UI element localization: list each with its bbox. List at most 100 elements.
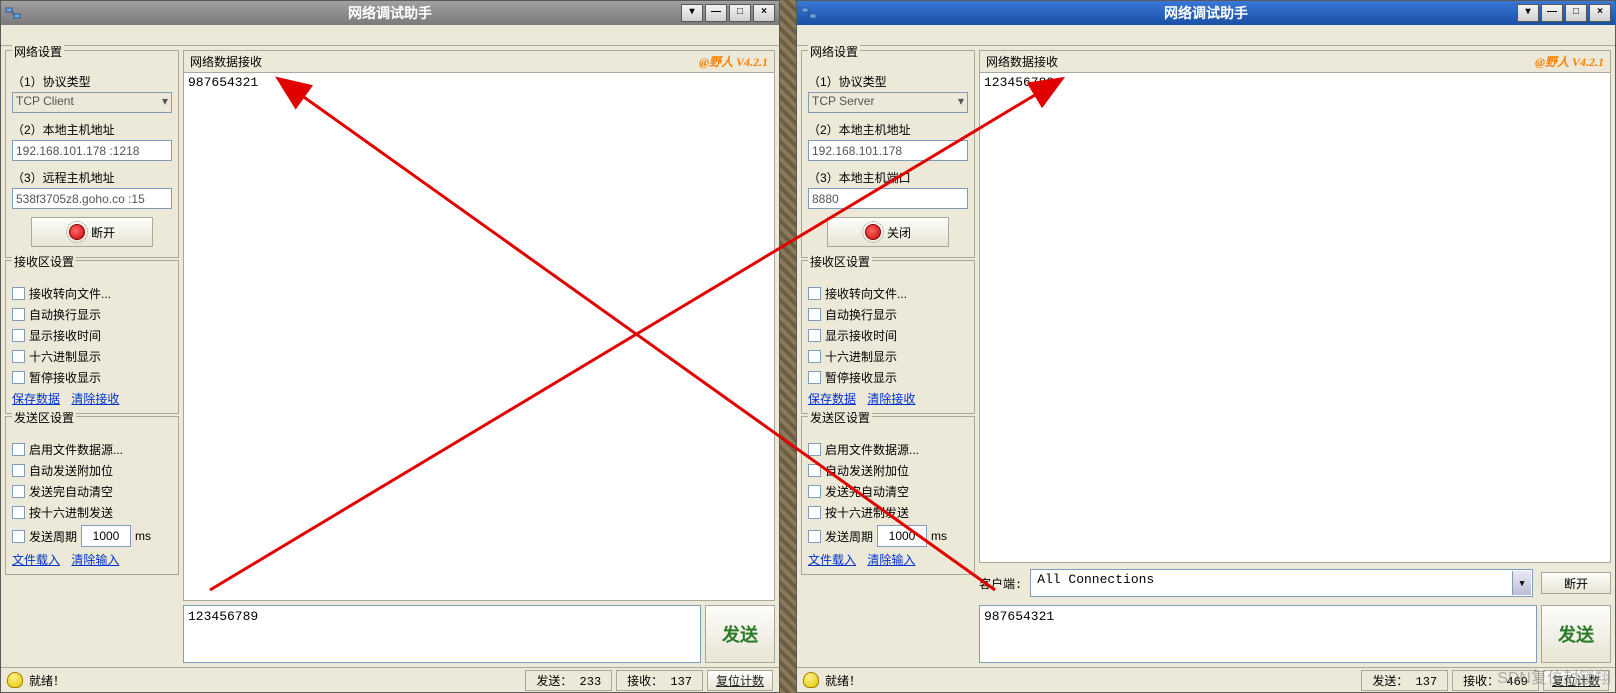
checkbox-icon [12, 530, 25, 543]
send-check-1[interactable]: 自动发送附加位 [12, 462, 172, 479]
network-settings: 网络设置 （1）协议类型 TCP Client ▾ （2）本地主机地址 （3）远… [5, 50, 179, 258]
port-input[interactable] [808, 188, 968, 209]
protocol-value: TCP Client [16, 94, 74, 108]
cycle-input[interactable] [81, 525, 131, 547]
recv-check-2[interactable]: 显示接收时间 [12, 327, 172, 344]
client-connection-row: 客户端: All Connections ▾ 断开 [979, 563, 1611, 601]
send-settings: 发送区设置 启用文件数据源... 自动发送附加位 发送完自动清空 按十六进制发送… [5, 416, 179, 575]
checkbox-icon [12, 308, 25, 321]
send-button[interactable]: 发送 [705, 605, 775, 663]
bulb-icon [803, 672, 819, 688]
disconnect-client-button[interactable]: 断开 [1541, 572, 1611, 594]
sidebar: 网络设置 （1）协议类型 TCP Server ▾ （2）本地主机地址 （3）本… [801, 50, 975, 663]
send-check-2[interactable]: 发送完自动清空 [12, 483, 172, 500]
recv-check-2[interactable]: 显示接收时间 [808, 327, 968, 344]
recv-check-label: 显示接收时间 [29, 327, 101, 344]
send-settings: 发送区设置 启用文件数据源... 自动发送附加位 发送完自动清空 按十六进制发送… [801, 416, 975, 575]
port-label: （3）本地主机端口 [808, 169, 968, 186]
recv-check-0[interactable]: 接收转向文件... [12, 285, 172, 302]
recv-check-label: 暂停接收显示 [29, 369, 101, 386]
window-controls: ▾ — □ × [681, 4, 775, 22]
close-server-button[interactable]: 关闭 [827, 217, 949, 247]
recv-check-0[interactable]: 接收转向文件... [808, 285, 968, 302]
send-check-3[interactable]: 按十六进制发送 [808, 504, 968, 521]
recv-check-1[interactable]: 自动换行显示 [12, 306, 172, 323]
receive-body[interactable]: 123456789 [980, 72, 1610, 562]
disconnect-button[interactable]: 断开 [31, 217, 153, 247]
app-icon [5, 6, 21, 20]
reset-counter-button[interactable]: 复位计数 [1543, 670, 1609, 691]
send-cycle-row[interactable]: 发送周期 ms [808, 525, 968, 547]
checkbox-icon [808, 329, 821, 342]
close-button[interactable]: × [1589, 4, 1611, 22]
clear-input-link[interactable]: 清除输入 [71, 553, 119, 567]
checkbox-icon [12, 464, 25, 477]
toolbar [1, 25, 779, 46]
host-input[interactable] [12, 140, 172, 161]
bulb-icon [7, 672, 23, 688]
send-check-label: 启用文件数据源... [29, 441, 123, 458]
recv-check-label: 显示接收时间 [825, 327, 897, 344]
network-settings-legend: 网络设置 [12, 43, 64, 60]
brand-label: @野人 V4.2.1 [699, 53, 768, 70]
send-check-0[interactable]: 启用文件数据源... [808, 441, 968, 458]
maximize-button[interactable]: □ [729, 4, 751, 22]
protocol-label: （1）协议类型 [12, 73, 172, 90]
clear-recv-link[interactable]: 清除接收 [71, 392, 119, 406]
file-load-link[interactable]: 文件载入 [808, 553, 856, 567]
checkbox-icon [808, 485, 821, 498]
chevron-down-icon: ▾ [1512, 571, 1531, 595]
host-input[interactable] [808, 140, 968, 161]
send-button[interactable]: 发送 [1541, 605, 1611, 663]
send-check-label: 发送完自动清空 [825, 483, 909, 500]
cycle-input[interactable] [877, 525, 927, 547]
save-data-link[interactable]: 保存数据 [808, 392, 856, 406]
file-load-link[interactable]: 文件载入 [12, 553, 60, 567]
dropdown-button[interactable]: ▾ [681, 4, 703, 22]
recv-settings-legend: 接收区设置 [808, 253, 872, 270]
dropdown-button[interactable]: ▾ [1517, 4, 1539, 22]
send-check-3[interactable]: 按十六进制发送 [12, 504, 172, 521]
sidebar: 网络设置 （1）协议类型 TCP Client ▾ （2）本地主机地址 （3）远… [5, 50, 179, 663]
receive-title: 网络数据接收 [190, 53, 262, 70]
minimize-button[interactable]: — [1541, 4, 1563, 22]
recv-check-3[interactable]: 十六进制显示 [808, 348, 968, 365]
save-data-link[interactable]: 保存数据 [12, 392, 60, 406]
checkbox-icon [808, 506, 821, 519]
send-cycle-row[interactable]: 发送周期 ms [12, 525, 172, 547]
clear-recv-link[interactable]: 清除接收 [867, 392, 915, 406]
recv-check-label: 接收转向文件... [29, 285, 111, 302]
client-combo[interactable]: All Connections ▾ [1030, 569, 1533, 597]
clear-input-link[interactable]: 清除输入 [867, 553, 915, 567]
maximize-button[interactable]: □ [1565, 4, 1587, 22]
send-check-1[interactable]: 自动发送附加位 [808, 462, 968, 479]
recv-counter: 接收： 469 [1452, 670, 1539, 691]
titlebar[interactable]: 网络调试助手 ▾ — □ × [1, 1, 779, 25]
recv-check-4[interactable]: 暂停接收显示 [808, 369, 968, 386]
recv-check-label: 自动换行显示 [825, 306, 897, 323]
protocol-select[interactable]: TCP Client ▾ [12, 92, 172, 113]
send-check-label: 启用文件数据源... [825, 441, 919, 458]
send-check-2[interactable]: 发送完自动清空 [808, 483, 968, 500]
receive-frame: 网络数据接收 @野人 V4.2.1 987654321 [183, 50, 775, 601]
disconnect-label: 断开 [91, 224, 115, 241]
minimize-button[interactable]: — [705, 4, 727, 22]
receive-body[interactable]: 987654321 [184, 72, 774, 600]
recv-check-4[interactable]: 暂停接收显示 [12, 369, 172, 386]
recv-settings-legend: 接收区设置 [12, 253, 76, 270]
send-input[interactable]: 123456789 [183, 605, 701, 663]
recv-check-3[interactable]: 十六进制显示 [12, 348, 172, 365]
checkbox-icon [808, 530, 821, 543]
close-button[interactable]: × [753, 4, 775, 22]
checkbox-icon [12, 371, 25, 384]
protocol-select[interactable]: TCP Server ▾ [808, 92, 968, 113]
send-check-0[interactable]: 启用文件数据源... [12, 441, 172, 458]
reset-counter-button[interactable]: 复位计数 [707, 670, 773, 691]
recv-check-label: 自动换行显示 [29, 306, 101, 323]
titlebar[interactable]: 网络调试助手 ▾ — □ × [797, 1, 1615, 25]
send-input[interactable]: 987654321 [979, 605, 1537, 663]
recv-check-1[interactable]: 自动换行显示 [808, 306, 968, 323]
send-check-label: 自动发送附加位 [825, 462, 909, 479]
remote-input[interactable] [12, 188, 172, 209]
red-dot-icon [69, 224, 85, 240]
